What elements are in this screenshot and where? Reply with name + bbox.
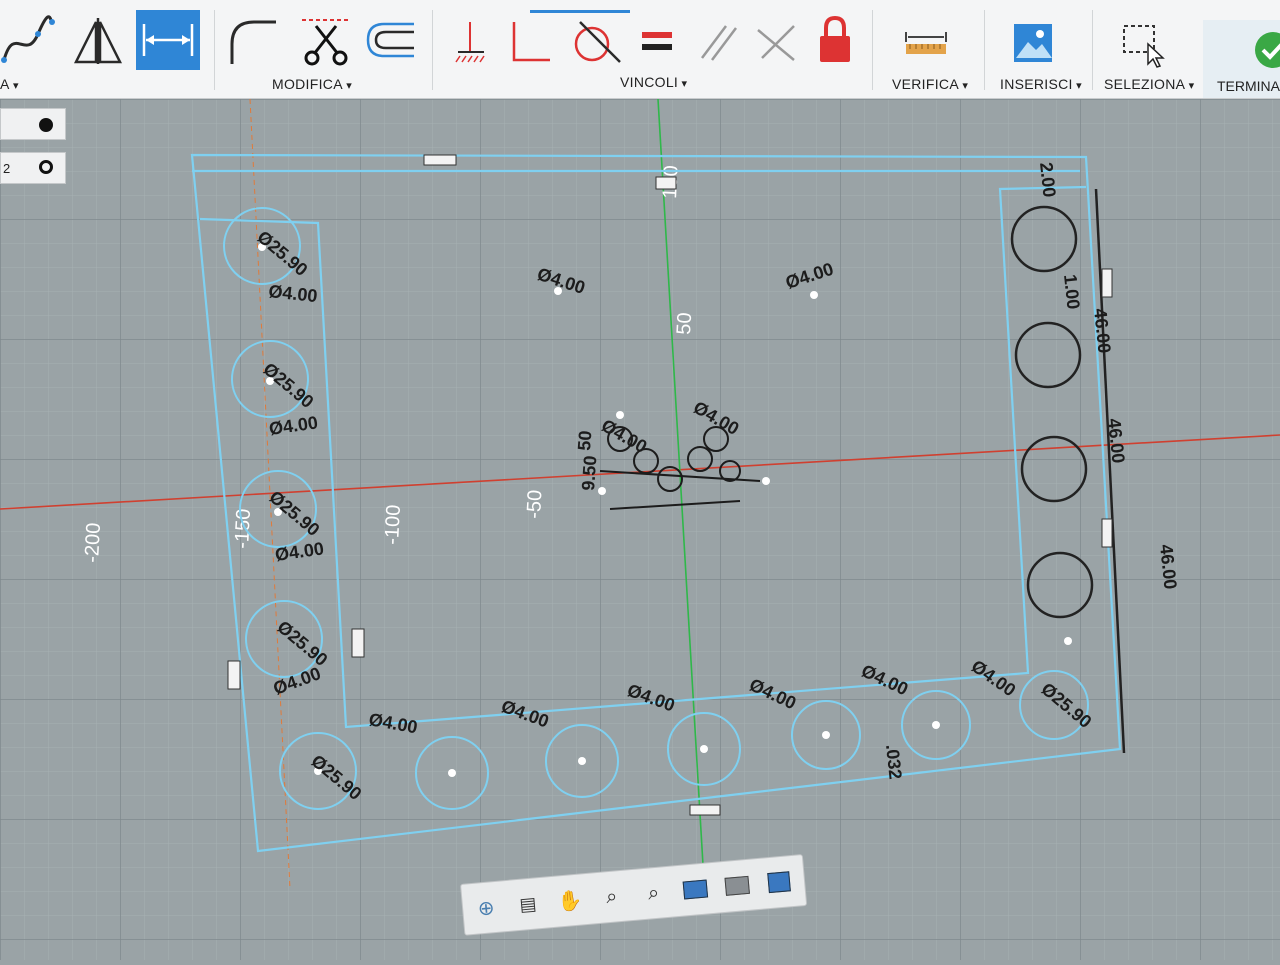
spline-icon (1, 15, 55, 63)
mirror-icon (73, 18, 123, 64)
fillet-icon (230, 20, 276, 64)
dim-center-side[interactable]: 9.50 (578, 455, 600, 491)
grid-settings-button[interactable] (719, 869, 755, 902)
mirror-button[interactable] (70, 14, 126, 66)
dim-top-right[interactable]: 2.00 (1036, 161, 1060, 198)
display-settings-button[interactable] (677, 873, 713, 906)
sketch-viewport[interactable]: 100 50 -50 -100 -150 -200 (0, 98, 1280, 960)
option-row-1[interactable] (0, 108, 66, 140)
measure-button[interactable] (900, 24, 952, 60)
pan-button[interactable]: ✋ (552, 884, 588, 917)
coincident-button[interactable] (452, 18, 492, 64)
sketch-create-menu[interactable]: A (0, 76, 19, 92)
perpendicular-button[interactable] (504, 18, 554, 64)
option-row-2[interactable]: 2 (0, 152, 66, 184)
insert-image-button[interactable] (1010, 20, 1056, 66)
x-axis-label-neg50: -50 (523, 489, 546, 519)
dim-right-small[interactable]: 1.00 (1060, 273, 1084, 310)
viewports-button[interactable] (761, 866, 797, 899)
sketch-toolbar: A MODIFICA VINCOLI VERIFICA INSERISCI (0, 0, 1280, 99)
dim-bottom-side[interactable]: .032 (882, 743, 906, 780)
orbit-icon: ⊕ (476, 896, 496, 920)
orbit-button[interactable]: ⊕ (468, 891, 504, 924)
spline-button[interactable] (0, 14, 56, 66)
trim-button[interactable] (296, 12, 356, 68)
check-icon (1255, 32, 1280, 68)
insert-image-icon (1014, 24, 1052, 62)
equal-icon (642, 32, 672, 50)
separator (872, 10, 873, 90)
fix-lock-icon (820, 15, 850, 62)
y-axis-label-50: 50 (673, 312, 696, 335)
equal-button[interactable] (636, 24, 680, 58)
finish-sketch-label: TERMINA S (1217, 78, 1280, 94)
toggle-icon (39, 118, 53, 132)
dimension-button[interactable] (136, 10, 200, 70)
option-row-2-value: 2 (3, 161, 11, 176)
separator (1092, 10, 1093, 90)
tangent-icon (574, 21, 621, 63)
x-axis-label-neg100: -100 (381, 504, 405, 545)
options-panel: 2 (0, 108, 68, 184)
dimension-icon (142, 24, 194, 56)
fix-button[interactable] (812, 14, 858, 66)
perpendicular-icon (512, 22, 550, 62)
x-axis-label-neg150: -150 (231, 508, 255, 549)
grid-settings-icon (724, 875, 750, 896)
display-settings-icon (682, 879, 709, 900)
fillet-button[interactable] (226, 14, 282, 66)
midpoint-icon (757, 25, 795, 61)
inserisci-menu[interactable]: INSERISCI (1000, 76, 1082, 92)
dim-center-side2[interactable]: 50 (574, 430, 595, 451)
zoom-icon: ⌕ (605, 884, 619, 908)
coincident-icon (455, 22, 485, 63)
parallel-button[interactable] (696, 20, 742, 64)
separator (984, 10, 985, 90)
zoom-button[interactable]: ⌕ (593, 880, 629, 913)
verifica-menu[interactable]: VERIFICA (892, 76, 968, 92)
tangent-button[interactable] (568, 16, 624, 66)
finish-sketch-button[interactable]: TERMINA S (1203, 20, 1280, 98)
fit-icon: ⌕ (646, 881, 661, 905)
x-axis-label-neg200: -200 (81, 522, 105, 563)
measure-icon (905, 32, 947, 54)
radio-icon (39, 160, 53, 174)
offset-button[interactable] (362, 14, 418, 66)
separator (214, 10, 215, 90)
modifica-menu[interactable]: MODIFICA (272, 76, 352, 92)
look-at-icon: ▤ (518, 892, 538, 915)
tab-sketch[interactable] (530, 0, 630, 13)
sketch-canvas[interactable]: 100 50 -50 -100 -150 -200 (0, 98, 1280, 960)
select-button[interactable] (1118, 18, 1168, 68)
separator (432, 10, 433, 90)
trim-icon (302, 19, 348, 66)
vincoli-menu[interactable]: VINCOLI (620, 74, 687, 90)
look-at-button[interactable]: ▤ (510, 888, 546, 921)
pan-icon: ✋ (556, 888, 584, 914)
parallel-icon (701, 25, 737, 61)
select-icon (1123, 25, 1165, 68)
offset-icon (366, 22, 414, 58)
seleziona-menu[interactable]: SELEZIONA (1104, 76, 1194, 92)
viewports-icon (767, 871, 791, 894)
grid (0, 99, 1280, 960)
midpoint-button[interactable] (754, 20, 800, 66)
fit-button[interactable]: ⌕ (635, 877, 671, 910)
